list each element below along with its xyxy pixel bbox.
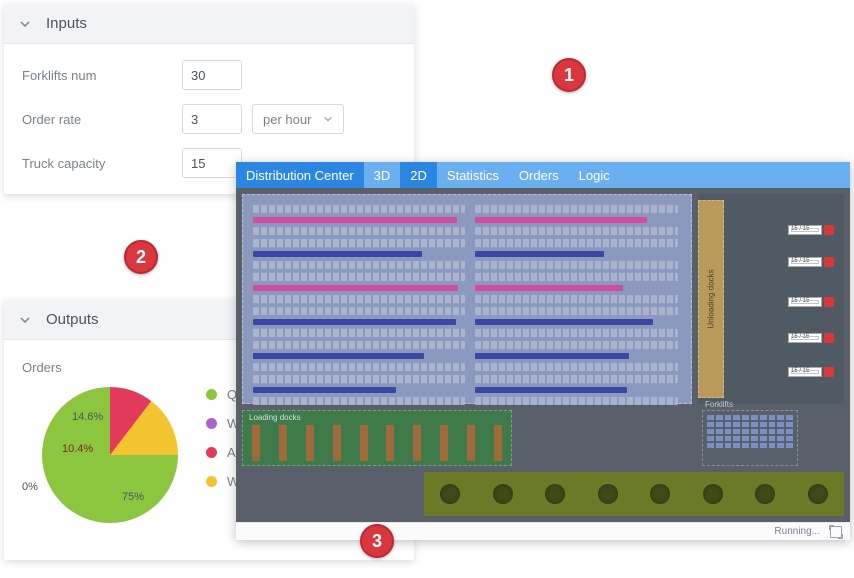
truck-capacity-text: 15 / 15	[791, 334, 809, 340]
tab-3d[interactable]: 3D	[364, 162, 401, 188]
outputs-title: Outputs	[46, 311, 99, 328]
sim-statusbar: Running...	[236, 522, 850, 540]
truck-capacity-text: 15 / 15	[791, 226, 809, 232]
callout-badge-2: 2	[124, 240, 158, 274]
pie-slice-label: 0%	[22, 481, 38, 493]
forklifts-row: Forklifts num 30	[22, 60, 396, 90]
truck-capacity-label: Truck capacity	[22, 156, 182, 171]
yard-area: Unloading docks 15 / 15 15 / 15 15 / 15 15 …	[698, 194, 844, 404]
chevron-down-icon	[323, 112, 333, 127]
truck-capacity-text: 15 / 15	[791, 368, 809, 374]
legend-swatch-icon	[206, 447, 217, 458]
forklifts-input[interactable]: 30	[182, 60, 242, 90]
truck-icon: 15 / 15	[788, 224, 840, 236]
truck-icon: 15 / 15	[788, 256, 840, 268]
orders-pie-chart: 75% 0% 10.4% 14.6%	[22, 381, 182, 541]
unloading-docks-label: Unloading docks	[707, 269, 716, 328]
forklift-area-label: Forklifts	[705, 400, 733, 409]
truck-capacity-input[interactable]: 15	[182, 148, 242, 178]
pie-slice-label: 10.4%	[62, 443, 93, 455]
pie-slice-label: 14.6%	[72, 411, 103, 423]
pie-icon	[42, 387, 178, 523]
legend-swatch-icon	[206, 476, 217, 487]
order-rate-label: Order rate	[22, 112, 182, 127]
truck-capacity-text: 15 / 15	[791, 258, 809, 264]
truck-icon: 15 / 15	[788, 296, 840, 308]
tab-statistics[interactable]: Statistics	[437, 162, 509, 188]
tree-icon	[755, 484, 775, 504]
tree-icon	[440, 484, 460, 504]
tab-logic[interactable]: Logic	[569, 162, 620, 188]
tree-icon	[545, 484, 565, 504]
forklift-area: Forklifts	[702, 410, 798, 466]
simulation-viewer: Distribution Center 3D 2D Statistics Ord…	[236, 162, 850, 540]
tab-distribution-center[interactable]: Distribution Center	[236, 162, 364, 188]
unloading-docks: Unloading docks	[698, 200, 724, 398]
sim-tabbar: Distribution Center 3D 2D Statistics Ord…	[236, 162, 850, 188]
tab-2d[interactable]: 2D	[400, 162, 437, 188]
tree-icon	[598, 484, 618, 504]
order-rate-row: Order rate 3 per hour	[22, 104, 396, 134]
pie-slice-label: 75%	[122, 491, 144, 503]
fullscreen-icon[interactable]	[830, 526, 842, 538]
sim-canvas[interactable]: Unloading docks 15 / 15 15 / 15 15 / 15 15 …	[236, 188, 850, 522]
inputs-header[interactable]: Inputs	[4, 4, 414, 44]
landscape-strip	[424, 472, 844, 516]
tree-icon	[493, 484, 513, 504]
legend-swatch-icon	[206, 418, 217, 429]
loading-docks-label: Loading docks	[249, 413, 301, 422]
order-rate-unit-select[interactable]: per hour	[252, 104, 344, 134]
tree-icon	[703, 484, 723, 504]
tab-orders[interactable]: Orders	[509, 162, 569, 188]
chevron-down-icon	[18, 17, 32, 31]
truck-capacity-text: 15 / 15	[791, 298, 809, 304]
truck-icon: 15 / 15	[788, 332, 840, 344]
tree-icon	[650, 484, 670, 504]
forklifts-label: Forklifts num	[22, 68, 182, 83]
loading-docks: Loading docks	[242, 410, 512, 466]
status-text: Running...	[774, 526, 820, 537]
callout-badge-1: 1	[552, 58, 586, 92]
order-rate-unit-value: per hour	[263, 112, 311, 127]
chevron-down-icon	[18, 313, 32, 327]
truck-icon: 15 / 15	[788, 366, 840, 378]
tree-icon	[808, 484, 828, 504]
inputs-title: Inputs	[46, 15, 87, 32]
order-rate-input[interactable]: 3	[182, 104, 242, 134]
legend-swatch-icon	[206, 389, 217, 400]
warehouse-area	[242, 194, 692, 404]
callout-badge-3: 3	[360, 524, 394, 558]
